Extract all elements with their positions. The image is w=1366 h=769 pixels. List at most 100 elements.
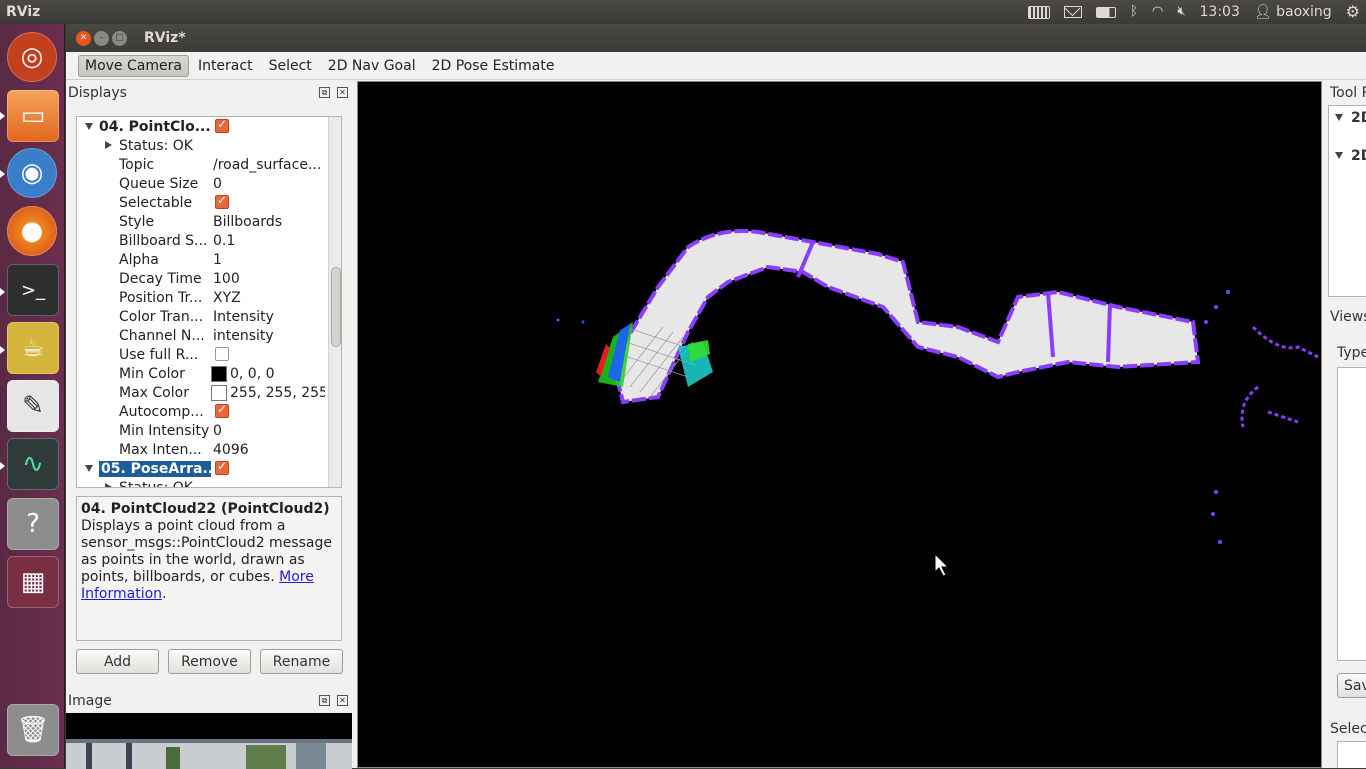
window-title: RViz* [144,30,186,46]
minimize-window-button[interactable]: – [94,30,109,46]
mail-icon[interactable] [1064,6,1083,18]
prop-position-transformer[interactable]: Position Tr... XYZ [77,288,325,307]
selection-tree [1337,741,1366,768]
undock-icon[interactable]: ⧉ [319,87,330,98]
selectable-checkbox[interactable] [215,193,229,209]
text-editor-icon[interactable]: ✎ [7,380,59,432]
prop-queue-size[interactable]: Queue Size 0 [77,174,325,193]
prop-alpha[interactable]: Alpha 1 [77,250,325,269]
rename-button[interactable]: Rename [260,649,343,674]
camera-image-content [66,739,352,769]
trash-icon[interactable]: 🗑︎ [7,704,59,756]
status-row[interactable]: Status: OK [77,478,325,487]
prop-billboard-size[interactable]: Billboard S... 0.1 [77,231,325,250]
min-color-swatch[interactable] [211,365,227,382]
scrollbar-thumb[interactable] [331,267,341,347]
status-row[interactable]: Status: OK [77,136,325,155]
collapse-arrow-icon[interactable] [105,141,112,149]
image-header: Image ⧉ ✕ [66,689,356,713]
add-button[interactable]: Add [76,649,159,674]
launcher: ◎ ▭ ◉ ● >_ ☕︎ ✎ ∿ ? ▦ 🗑︎ [0,24,65,768]
selection-title: Selec [1330,721,1366,737]
display-item-pointcloud[interactable]: 04. PointClo... [77,117,325,136]
tool-select[interactable]: Select [262,55,319,77]
volume-muted-icon[interactable]: 🔇︎ [1177,0,1185,24]
undock-icon[interactable]: ⧉ [319,695,330,706]
point-cloud-visualization [556,229,1319,577]
right-panel: Tool P 2D 2D Views Type Sav Selec [1324,81,1366,768]
image-panel: Image ⧉ ✕ [66,689,356,769]
rviz-teapot-icon[interactable]: ☕︎ [7,322,59,374]
maximize-window-button[interactable]: □ [112,30,127,46]
display-enabled-checkbox[interactable] [215,117,229,133]
tool-2d-pose-estimate[interactable]: 2D Pose Estimate [425,55,562,77]
prop-use-full-rgb[interactable]: Use full R... [77,345,325,364]
collapse-arrow-icon[interactable] [105,483,112,487]
user-icon: 👤︎ [1253,4,1272,20]
chromium-icon[interactable]: ◉ [7,148,57,198]
prop-channel-name[interactable]: Channel N... intensity [77,326,325,345]
toolbar: Move Camera Interact Select 2D Nav Goal … [66,52,1366,80]
prop-min-color[interactable]: Min Color 0, 0, 0 [77,364,325,383]
prop-color-transformer[interactable]: Color Tran... Intensity [77,307,325,326]
tool-interact[interactable]: Interact [191,55,260,77]
terminal-icon[interactable]: >_ [7,264,59,316]
close-panel-icon[interactable]: ✕ [337,87,348,98]
wifi-icon[interactable]: ◠ [1152,0,1163,24]
prop-max-color[interactable]: Max Color 255, 255, 255 [77,383,325,402]
tree-scrollbar[interactable] [328,117,341,487]
views-list [1337,367,1366,661]
launcher-running-indicator [0,346,5,354]
scatter-points [1251,325,1319,359]
clock[interactable]: 13:03 [1200,4,1240,20]
prop-topic[interactable]: Topic/road_surface... [77,155,325,174]
display-enabled-checkbox[interactable] [215,459,229,475]
mouse-cursor-icon [934,552,950,577]
title-bar: ✕ – □ RViz* [66,24,1366,52]
prop-max-intensity[interactable]: Max Inten... 4096 [77,440,325,459]
battery-icon[interactable] [1096,6,1117,18]
autocompute-checkbox[interactable] [215,402,229,418]
settings-gear-icon[interactable]: ⚙ [1346,0,1360,24]
prop-min-intensity[interactable]: Min Intensity 0 [77,421,325,440]
render-3d-view[interactable] [357,81,1322,768]
prop-autocompute[interactable]: Autocomp... [77,402,325,421]
system-monitor-icon[interactable]: ∿ [7,438,59,490]
files-icon[interactable]: ▭ [7,90,59,142]
help-icon[interactable]: ? [7,498,59,550]
views-save-button[interactable]: Sav [1337,673,1366,698]
ubuntu-dash-icon[interactable]: ◎ [7,32,57,82]
displays-header: Displays ⧉ ✕ [66,81,356,105]
displays-title: Displays [68,85,127,101]
tool-2d-nav-goal[interactable]: 2D Nav Goal [321,55,423,77]
tool-item-2d-pose[interactable]: 2D [1351,148,1366,164]
remove-button[interactable]: Remove [168,649,251,674]
description-box: 04. PointCloud22 (PointCloud2) Displays … [76,496,342,641]
views-type-label: Type [1337,345,1366,361]
app-name: RViz [6,4,41,20]
expand-arrow-icon[interactable] [1335,114,1343,121]
prop-decay-time[interactable]: Decay Time 100 [77,269,325,288]
workspace-switcher-icon[interactable]: ▦ [7,556,59,608]
bluetooth-icon[interactable]: ᛒ [1130,0,1138,24]
keyboard-icon[interactable] [1028,5,1051,19]
tool-move-camera[interactable]: Move Camera [78,54,189,77]
prop-style[interactable]: Style Billboards [77,212,325,231]
min-color-value: 0, 0, 0 [230,365,275,382]
close-panel-icon[interactable]: ✕ [337,695,348,706]
displays-tree: 04. PointClo... Status: OK Topic/road_su… [76,116,342,488]
tool-properties-tree: 2D 2D [1328,105,1366,297]
user-name: baoxing [1276,4,1332,20]
prop-selectable[interactable]: Selectable [77,193,325,212]
tool-item-2d-nav[interactable]: 2D [1351,110,1366,126]
scatter-points [1240,385,1299,428]
expand-arrow-icon[interactable] [85,123,93,130]
use-full-rgb-checkbox[interactable] [215,347,229,361]
user-menu[interactable]: 👤︎ baoxing [1254,4,1332,20]
firefox-icon[interactable]: ● [7,206,57,256]
display-item-posearray[interactable]: 05. PoseArra... [77,459,325,478]
expand-arrow-icon[interactable] [85,465,93,472]
expand-arrow-icon[interactable] [1335,152,1343,159]
close-window-button[interactable]: ✕ [76,30,91,46]
max-color-swatch[interactable] [211,384,227,401]
